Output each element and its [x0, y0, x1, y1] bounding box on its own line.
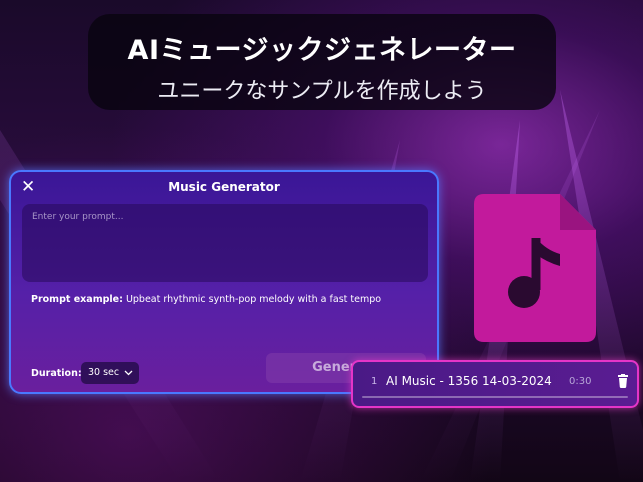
hero-subtitle: ユニークなサンプルを作成しよう	[157, 79, 487, 104]
duration-label: Duration:	[31, 368, 82, 379]
prompt-example: Prompt example: Upbeat rhythmic synth-po…	[31, 294, 381, 305]
trash-icon[interactable]	[617, 373, 629, 388]
track-index: 1	[371, 376, 378, 387]
duration-value: 30 sec	[88, 367, 120, 378]
hero-banner: AIミュージックジェネレーター ユニークなサンプルを作成しよう	[88, 14, 556, 110]
chevron-down-icon	[124, 362, 133, 393]
hero-title: AIミュージックジェネレーター	[127, 35, 517, 66]
prompt-input[interactable]	[22, 204, 428, 282]
track-duration: 0:30	[569, 376, 592, 387]
prompt-example-label: Prompt example:	[31, 294, 123, 305]
track-progress-bar[interactable]	[362, 396, 628, 398]
duration-dropdown[interactable]: 30 sec	[81, 362, 139, 384]
prompt-example-text: Upbeat rhythmic synth-pop melody with a …	[125, 294, 382, 305]
music-file-icon	[474, 194, 596, 342]
track-name: AI Music - 1356 14-03-2024	[386, 374, 552, 388]
track-item[interactable]: 1 AI Music - 1356 14-03-2024 0:30	[351, 360, 639, 408]
panel-title: Music Generator	[168, 180, 280, 194]
